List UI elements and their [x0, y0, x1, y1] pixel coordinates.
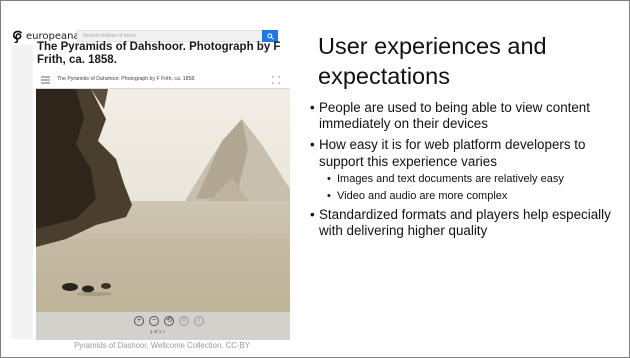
image-credit: Pyramids of Dashoor, Wellcome Collection…: [74, 341, 250, 350]
info-button[interactable]: i: [194, 316, 204, 326]
bullet-item: People are used to being able to view co…: [309, 100, 627, 132]
bullet-item: Standardized formats and players help es…: [309, 207, 627, 239]
viewer-caption: The Pyramids of Dahshoor. Photograph by …: [57, 76, 196, 82]
bullet-item: How easy it is for web platform develope…: [309, 137, 627, 169]
zoom-out-button[interactable]: −: [149, 316, 159, 326]
sub-bullet-item: Images and text documents are relatively…: [309, 172, 627, 186]
image-viewer[interactable]: The Pyramids of Dahshoor. Photograph by …: [36, 72, 290, 340]
reset-zoom-button[interactable]: ⟲: [164, 316, 174, 326]
sub-bullet-item: Video and audio are more complex: [309, 189, 627, 203]
slide-title: User experiences and expectations: [318, 33, 547, 89]
fullscreen-icon[interactable]: [272, 76, 280, 84]
europeana-logo-text: europeana: [26, 30, 80, 42]
pyramids-photo: [36, 89, 290, 312]
page-indicator: 1 of 1 >: [150, 329, 166, 334]
menu-icon[interactable]: [41, 76, 50, 84]
europeana-logo-icon: [13, 30, 22, 43]
viewer-controls: + − ⟲ ⊙ i 1 of 1 >: [36, 312, 290, 340]
zoom-in-button[interactable]: +: [134, 316, 144, 326]
slide: europeana Search millions of items The P…: [0, 0, 630, 358]
bullet-list: People are used to being able to view co…: [309, 100, 627, 244]
viewer-toolbar: The Pyramids of Dahshoor. Photograph by …: [36, 72, 290, 89]
rotate-button[interactable]: ⊙: [179, 316, 189, 326]
search-icon: [266, 32, 274, 40]
item-title: The Pyramids of Dahshoor. Photograph by …: [37, 41, 281, 66]
